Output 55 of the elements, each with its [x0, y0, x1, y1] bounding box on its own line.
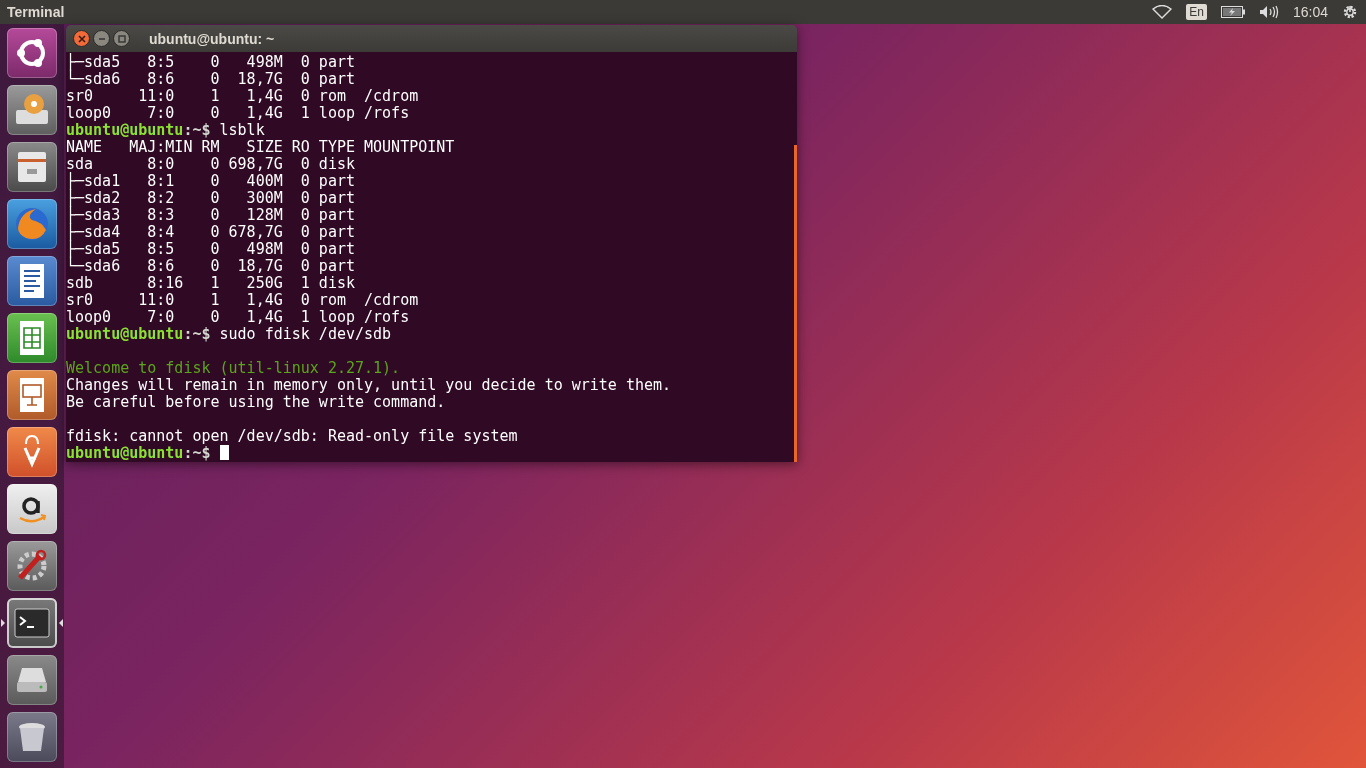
wifi-icon[interactable]: [1152, 5, 1173, 19]
drive-icon[interactable]: [7, 655, 57, 705]
terminal-output-line: sdb 8:16 1 250G 1 disk: [66, 275, 356, 292]
document-icon[interactable]: [7, 256, 57, 306]
file-cabinet-icon[interactable]: [7, 142, 57, 192]
terminal-output-line: loop0 7:0 0 1,4G 1 loop /rofs: [66, 309, 411, 326]
active-indicator-icon: [59, 619, 63, 627]
prompt-user: ubuntu@ubuntu: [66, 444, 184, 462]
presentation-icon[interactable]: [7, 370, 57, 420]
window-title: ubuntu@ubuntu: ~: [149, 30, 275, 47]
terminal-output-line: ├─sda2 8:2 0 300M 0 part: [66, 190, 356, 207]
prompt-user: ubuntu@ubuntu: [66, 121, 184, 139]
terminal-output-line: sda 8:0 0 698,7G 0 disk: [66, 156, 356, 173]
command-text: sudo fdisk /dev/sdb: [218, 325, 392, 343]
wrench-icon[interactable]: [7, 541, 57, 591]
terminal-output-line: fdisk: cannot open /dev/sdb: Read-only file system: [66, 428, 519, 445]
close-button[interactable]: [73, 30, 90, 47]
app-title: Terminal: [7, 4, 65, 20]
command-text: lsblk: [218, 121, 265, 139]
globe-icon[interactable]: [7, 199, 57, 249]
keyboard-layout-indicator[interactable]: En: [1186, 4, 1207, 20]
terminal-output-line: └─sda6 8:6 0 18,7G 0 part: [66, 258, 356, 275]
terminal-output-line: sr0 11:0 1 1,4G 0 rom /cdrom: [66, 88, 420, 105]
close-icon: [77, 34, 86, 43]
gear-icon[interactable]: [1342, 4, 1358, 20]
maximize-button[interactable]: [113, 30, 130, 47]
shopping-bag-icon[interactable]: [7, 427, 57, 477]
active-indicator-icon: [1, 619, 5, 627]
terminal-output-line: Be careful before using the write command.: [66, 394, 447, 411]
ubuntu-logo-icon[interactable]: [7, 28, 57, 78]
terminal-output-line: ├─sda1 8:1 0 400M 0 part: [66, 173, 356, 190]
spreadsheet-icon[interactable]: [7, 313, 57, 363]
terminal-output-line: ├─sda3 8:3 0 128M 0 part: [66, 207, 356, 224]
trash-icon[interactable]: [7, 712, 57, 762]
prompt-user: ubuntu@ubuntu: [66, 325, 184, 343]
volume-icon[interactable]: [1258, 5, 1279, 19]
minimize-button[interactable]: [93, 30, 110, 47]
disk-install-icon[interactable]: [7, 85, 57, 135]
terminal-output-line: ├─sda5 8:5 0 498M 0 part: [66, 241, 356, 258]
terminal-icon[interactable]: [7, 598, 57, 648]
terminal-output-line: loop0 7:0 0 1,4G 1 loop /rofs: [66, 105, 411, 122]
terminal-output-line: └─sda6 8:6 0 18,7G 0 part: [66, 71, 356, 88]
terminal-output-line: NAME MAJ:MIN RM SIZE RO TYPE MOUNTPOINT: [66, 139, 456, 156]
prompt-path: :~$: [183, 121, 211, 139]
maximize-icon: [117, 34, 126, 43]
battery-icon[interactable]: [1220, 6, 1245, 18]
scroll-bar[interactable]: [794, 145, 797, 462]
terminal-output-line: ├─sda4 8:4 0 678,7G 0 part: [66, 224, 356, 241]
terminal-output-line: ├─sda5 8:5 0 498M 0 part: [66, 54, 356, 71]
prompt-path: :~$: [183, 444, 211, 462]
clock[interactable]: 16:04: [1292, 4, 1328, 20]
prompt-path: :~$: [183, 325, 211, 343]
terminal-output-line: Welcome to fdisk (util-linux 2.27.1).: [66, 360, 402, 377]
terminal-output-line: sr0 11:0 1 1,4G 0 rom /cdrom: [66, 292, 420, 309]
terminal-output-line: Changes will remain in memory only, until you decide to write them.: [66, 377, 673, 394]
